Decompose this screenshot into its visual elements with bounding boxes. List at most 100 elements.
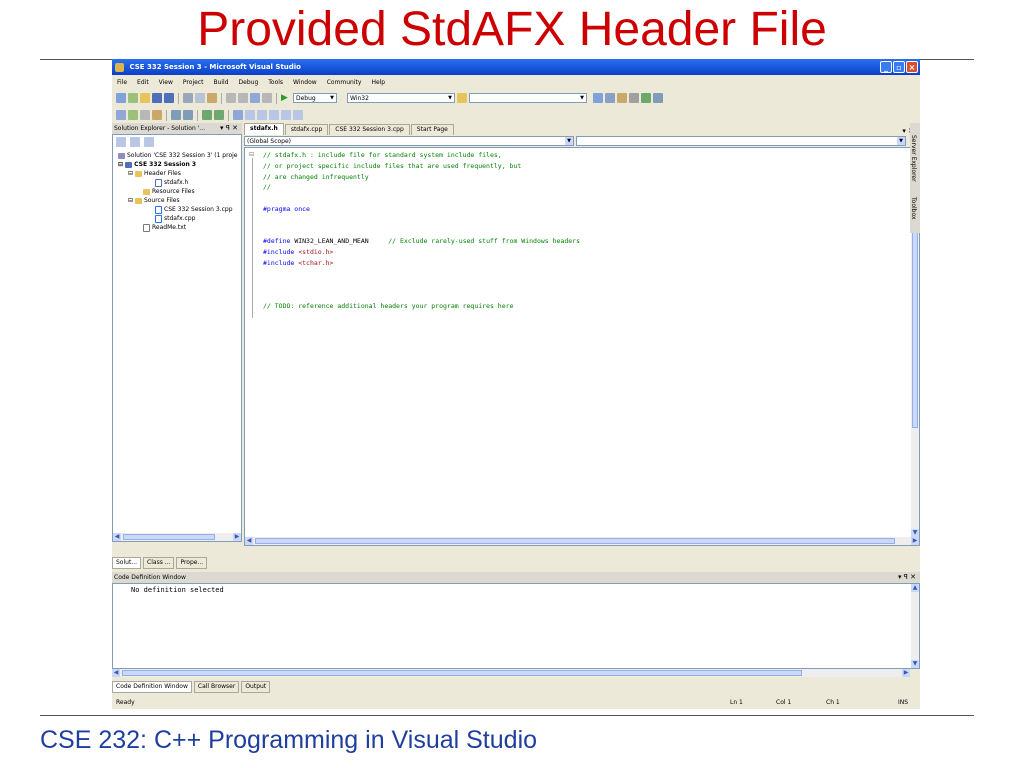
scroll-right-icon[interactable]: ▶ xyxy=(233,533,241,541)
tree-resource-files[interactable]: Resource Files xyxy=(143,187,195,196)
parameter-info-icon[interactable] xyxy=(128,110,138,120)
tree-header-files[interactable]: ⊟ Header Files xyxy=(128,169,181,178)
menu-debug[interactable]: Debug xyxy=(234,79,264,86)
member-select[interactable]: ▼ xyxy=(576,136,906,146)
tree-session-cpp[interactable]: CSE 332 Session 3.cpp xyxy=(155,205,233,214)
find-in-files-icon[interactable] xyxy=(457,93,467,103)
tree-source-files[interactable]: ⊟ Source Files xyxy=(128,196,180,205)
code-definition-window[interactable]: No definition selected ▲ ▼ xyxy=(112,583,920,669)
copy-icon[interactable] xyxy=(195,93,205,103)
configuration-select[interactable]: Debug ▼ xyxy=(293,93,337,103)
tree-solution[interactable]: Solution 'CSE 332 Session 3' (1 proje xyxy=(118,151,237,160)
menu-community[interactable]: Community xyxy=(322,79,367,86)
uncomment-icon[interactable] xyxy=(214,110,224,120)
member-list-icon[interactable] xyxy=(116,110,126,120)
scroll-left-icon[interactable]: ◀ xyxy=(245,537,253,545)
menu-window[interactable]: Window xyxy=(288,79,322,86)
maximize-button[interactable]: ▫ xyxy=(893,61,905,73)
pin-icon[interactable]: ▾ ꟼ ✕ xyxy=(220,123,238,134)
clear-bookmarks-icon[interactable] xyxy=(293,110,303,120)
tab-stdafx-cpp[interactable]: stdafx.cpp xyxy=(284,124,329,135)
decrease-indent-icon[interactable] xyxy=(171,110,181,120)
menu-help[interactable]: Help xyxy=(366,79,390,86)
menu-edit[interactable]: Edit xyxy=(132,79,154,86)
redo-icon[interactable] xyxy=(238,93,248,103)
start-debug-icon[interactable]: ▶ xyxy=(281,93,291,103)
complete-word-icon[interactable] xyxy=(152,110,162,120)
tab-output[interactable]: Output xyxy=(241,680,271,693)
previous-bookmark-folder-icon[interactable] xyxy=(269,110,279,120)
menu-file[interactable]: File xyxy=(112,79,132,86)
scroll-down-icon[interactable]: ▼ xyxy=(911,529,919,537)
cut-icon[interactable] xyxy=(183,93,193,103)
increase-indent-icon[interactable] xyxy=(183,110,193,120)
scroll-right-icon[interactable]: ▶ xyxy=(911,537,919,545)
tab-properties[interactable]: Prope... xyxy=(176,556,208,569)
refresh-icon[interactable] xyxy=(144,137,154,147)
collapse-icon[interactable]: ⊟ xyxy=(128,197,135,204)
menu-project[interactable]: Project xyxy=(178,79,209,86)
save-all-icon[interactable] xyxy=(164,93,174,103)
next-bookmark-icon[interactable] xyxy=(257,110,267,120)
editor-hscroll[interactable]: ◀ ▶ xyxy=(245,537,919,545)
tab-toolbox[interactable]: Toolbox xyxy=(910,197,917,220)
menu-view[interactable]: View xyxy=(154,79,178,86)
scroll-left-icon[interactable]: ◀ xyxy=(112,669,120,677)
collapse-region-icon[interactable]: ⊟ xyxy=(249,151,254,158)
navigate-back-icon[interactable] xyxy=(250,93,260,103)
platform-select[interactable]: Win32 ▼ xyxy=(347,93,455,103)
paste-icon[interactable] xyxy=(207,93,217,103)
object-browser-icon[interactable] xyxy=(617,93,627,103)
comment-out-icon[interactable] xyxy=(202,110,212,120)
code-editor[interactable]: ⊟ // stdafx.h : include file for standar… xyxy=(244,147,920,546)
quick-info-icon[interactable] xyxy=(140,110,150,120)
scroll-down-icon[interactable]: ▼ xyxy=(911,660,919,668)
scope-select[interactable]: (Global Scope) ▼ xyxy=(244,136,574,146)
start-page-icon[interactable] xyxy=(641,93,651,103)
scroll-right-icon[interactable]: ▶ xyxy=(902,669,910,677)
collapse-icon[interactable]: ⊟ xyxy=(128,170,135,177)
next-bookmark-folder-icon[interactable] xyxy=(281,110,291,120)
scroll-thumb[interactable] xyxy=(255,538,895,544)
menu-tools[interactable]: Tools xyxy=(263,79,288,86)
tab-session-cpp[interactable]: CSE 332 Session 3.cpp xyxy=(329,124,410,135)
toolbox-icon[interactable] xyxy=(629,93,639,103)
navigate-forward-icon[interactable] xyxy=(262,93,272,103)
toggle-bookmark-icon[interactable] xyxy=(233,110,243,120)
tab-server-explorer[interactable]: Server Explorer xyxy=(910,135,917,182)
new-project-icon[interactable] xyxy=(116,93,126,103)
solution-explorer-hscroll[interactable]: ◀ ▶ xyxy=(113,533,241,541)
minimize-button[interactable]: _ xyxy=(880,61,892,73)
tree-readme[interactable]: ReadMe.txt xyxy=(143,223,186,232)
code-definition-hscroll[interactable]: ◀ ▶ xyxy=(112,669,910,677)
collapse-icon[interactable]: ⊟ xyxy=(118,161,125,168)
scroll-up-icon[interactable]: ▲ xyxy=(911,584,919,592)
add-item-icon[interactable] xyxy=(128,93,138,103)
scroll-thumb[interactable] xyxy=(122,670,802,676)
properties-icon[interactable] xyxy=(605,93,615,103)
properties-icon[interactable] xyxy=(116,137,126,147)
tree-project[interactable]: ⊟ CSE 332 Session 3 xyxy=(118,160,196,169)
close-button[interactable]: × xyxy=(906,61,918,73)
code-definition-vscroll[interactable]: ▲ ▼ xyxy=(911,584,919,668)
tab-solution-explorer[interactable]: Solut... xyxy=(112,556,142,569)
show-all-files-icon[interactable] xyxy=(130,137,140,147)
scroll-left-icon[interactable]: ◀ xyxy=(113,533,121,541)
tab-start-page[interactable]: Start Page xyxy=(410,124,454,135)
solution-explorer-icon[interactable] xyxy=(593,93,603,103)
tab-stdafx-h[interactable]: stdafx.h xyxy=(244,123,284,135)
tree-stdafx-h[interactable]: stdafx.h xyxy=(155,178,188,187)
tree-stdafx-cpp[interactable]: stdafx.cpp xyxy=(155,214,195,223)
save-icon[interactable] xyxy=(152,93,162,103)
undo-icon[interactable] xyxy=(226,93,236,103)
menu-build[interactable]: Build xyxy=(208,79,233,86)
command-window-icon[interactable] xyxy=(653,93,663,103)
scroll-thumb[interactable] xyxy=(123,534,215,540)
tab-class-view[interactable]: Class ... xyxy=(143,556,175,569)
open-icon[interactable] xyxy=(140,93,150,103)
tab-call-browser[interactable]: Call Browser xyxy=(193,680,240,693)
pin-icon[interactable]: ▾ ꟼ ✕ xyxy=(898,572,916,583)
previous-bookmark-icon[interactable] xyxy=(245,110,255,120)
tab-code-definition[interactable]: Code Definition Window xyxy=(112,680,192,693)
find-combo[interactable]: ▼ xyxy=(469,93,587,103)
